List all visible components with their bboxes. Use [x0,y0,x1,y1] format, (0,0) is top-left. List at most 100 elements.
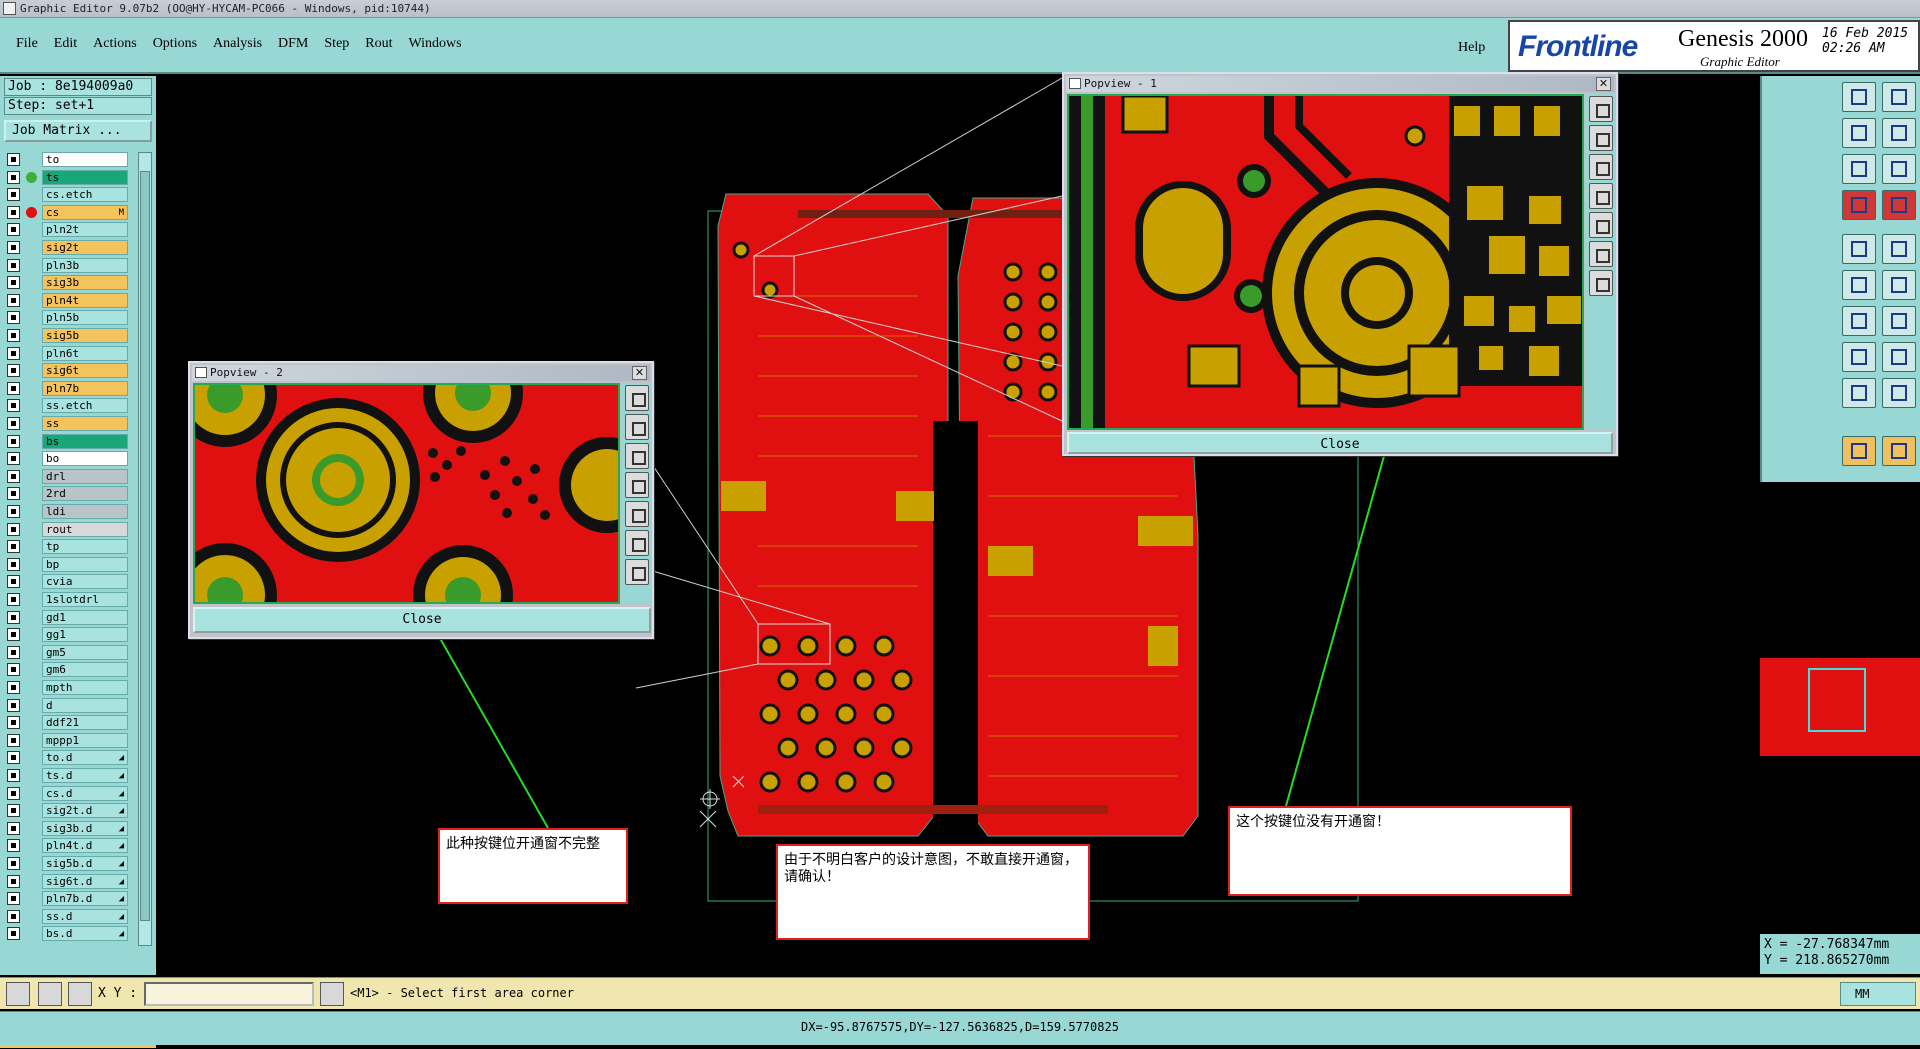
layer-row[interactable]: gd1 [4,609,128,625]
layer-name[interactable]: cvia [42,574,128,590]
menu-file[interactable]: File [8,32,46,56]
layer-checkbox[interactable] [7,645,20,659]
layer-name[interactable]: sig6t.d ◢ [42,873,128,889]
job-matrix-button[interactable]: Job Matrix ... [4,120,152,142]
layer-checkbox[interactable] [7,153,20,166]
layer-row[interactable]: ldi [4,504,128,519]
layer-name[interactable]: sig5b [42,328,128,343]
layer-name[interactable]: ss.d ◢ [42,908,128,924]
layer-checkbox[interactable] [7,892,20,906]
layer-checkbox[interactable] [7,610,20,624]
layer-row[interactable]: cs.d ◢ [4,785,128,801]
layer-row[interactable]: sig6t [4,363,128,379]
layer-name[interactable]: pln7b.d ◢ [42,891,128,907]
layer-checkbox[interactable] [7,769,20,782]
layer-checkbox[interactable] [7,628,20,642]
layer-name[interactable]: cs.d ◢ [42,785,128,801]
layer-name[interactable]: ts.d ◢ [42,768,128,783]
layer-row[interactable]: pln4t.d ◢ [4,838,128,854]
layer-compare-icon[interactable] [1842,190,1876,220]
layer-row[interactable]: sig2t.d ◢ [4,803,128,819]
layer-name[interactable]: sig2t.d ◢ [42,803,128,819]
layer-row[interactable]: pln7b [4,380,128,396]
line-icon[interactable] [1842,234,1876,264]
layer-row[interactable]: gg1 [4,627,128,643]
menu-edit[interactable]: Edit [46,32,85,56]
layer-row[interactable]: d [4,697,128,713]
menu-windows[interactable]: Windows [401,32,470,56]
zoom-out-button[interactable] [1589,154,1613,180]
layer-checkbox[interactable] [7,188,20,202]
layer-checkbox[interactable] [7,540,20,554]
layer-checkbox[interactable] [7,575,20,589]
layer-row[interactable]: rout [4,521,128,537]
layer-name[interactable]: pln3b [42,257,128,273]
select-multi-icon[interactable] [1882,436,1916,466]
layer-name[interactable]: 1slotdrl [42,592,128,607]
layer-row[interactable]: pln6t [4,345,128,361]
layer-row[interactable]: 1slotdrl [4,592,128,607]
measure-icon[interactable] [1842,342,1876,372]
snap-icon[interactable] [1842,118,1876,148]
move-icon[interactable] [1842,270,1876,300]
zoom-out-button[interactable] [625,443,649,469]
layer-row[interactable]: pln7b.d ◢ [4,891,128,907]
scale-icon[interactable] [1842,154,1876,184]
layer-checkbox[interactable] [7,874,20,888]
layer-name[interactable]: 2rd [42,486,128,502]
layer-checkbox[interactable] [7,505,20,518]
layer-checkbox[interactable] [7,716,20,730]
popview-2-close-icon[interactable]: ✕ [632,366,647,380]
select-pointer-icon[interactable] [1842,436,1876,466]
layer-name[interactable]: bo [42,451,128,467]
layer-checkbox[interactable] [7,381,20,395]
menu-actions[interactable]: Actions [85,32,145,56]
layer-checkbox[interactable] [7,276,20,290]
popview-1-close-icon[interactable]: ✕ [1596,77,1611,91]
graphics-canvas[interactable]: Popview - 2 ✕ Close Popview - 1 ✕ Close … [158,72,1758,975]
popview-2-titlebar[interactable]: Popview - 2 ✕ [192,365,650,381]
layer-name[interactable]: to.d ◢ [42,750,128,766]
layer-name[interactable]: pln7b [42,380,128,396]
zoom-fit-button[interactable] [625,385,649,411]
popview-2-close-button[interactable]: Close [193,607,651,633]
layer-name[interactable]: mpth [42,680,128,695]
layer-name[interactable]: sig3b [42,275,128,291]
popview-1-canvas[interactable] [1067,94,1584,430]
layer-name[interactable]: drl [42,468,128,484]
layer-checkbox[interactable] [7,663,20,677]
zoom-area-button[interactable] [625,530,649,556]
layer-row[interactable]: ts.d ◢ [4,768,128,783]
layer-checkbox[interactable] [7,364,20,378]
layer-checkbox[interactable] [7,205,20,219]
layer-name[interactable]: cs M [42,204,128,220]
layer-checkbox[interactable] [7,329,20,342]
layer-name[interactable]: mppp1 [42,732,128,748]
layer-row[interactable]: bo [4,451,128,467]
layer-checkbox[interactable] [7,698,20,712]
pan-right-button[interactable] [625,501,649,527]
layer-row[interactable]: 2rd [4,486,128,502]
layer-checkbox[interactable] [7,681,20,694]
layer-checkbox[interactable] [7,751,20,765]
layer-list-scrollbar[interactable] [138,152,152,946]
layer-checkbox[interactable] [7,909,20,923]
layer-name[interactable]: ss [42,416,128,431]
layer-row[interactable]: ddf21 [4,715,128,731]
layer-name[interactable]: bp [42,556,128,572]
menu-analysis[interactable]: Analysis [205,32,270,56]
layer-checkbox[interactable] [7,434,20,448]
layer-checkbox[interactable] [7,927,20,941]
layer-checkbox[interactable] [7,399,20,413]
zoom-in-button[interactable] [625,414,649,440]
layer-row[interactable]: sig3b [4,275,128,291]
group-icon[interactable] [1882,342,1916,372]
layer-name[interactable]: bs [42,433,128,449]
layer-row[interactable]: ss.etch [4,398,128,414]
layer-name[interactable]: gm5 [42,644,128,660]
layer-row[interactable]: to.d ◢ [4,750,128,766]
zoom-in-button[interactable] [1589,125,1613,151]
layer-row[interactable]: pln3b [4,257,128,273]
layer-name[interactable]: gg1 [42,627,128,643]
layer-checkbox[interactable] [7,522,20,536]
